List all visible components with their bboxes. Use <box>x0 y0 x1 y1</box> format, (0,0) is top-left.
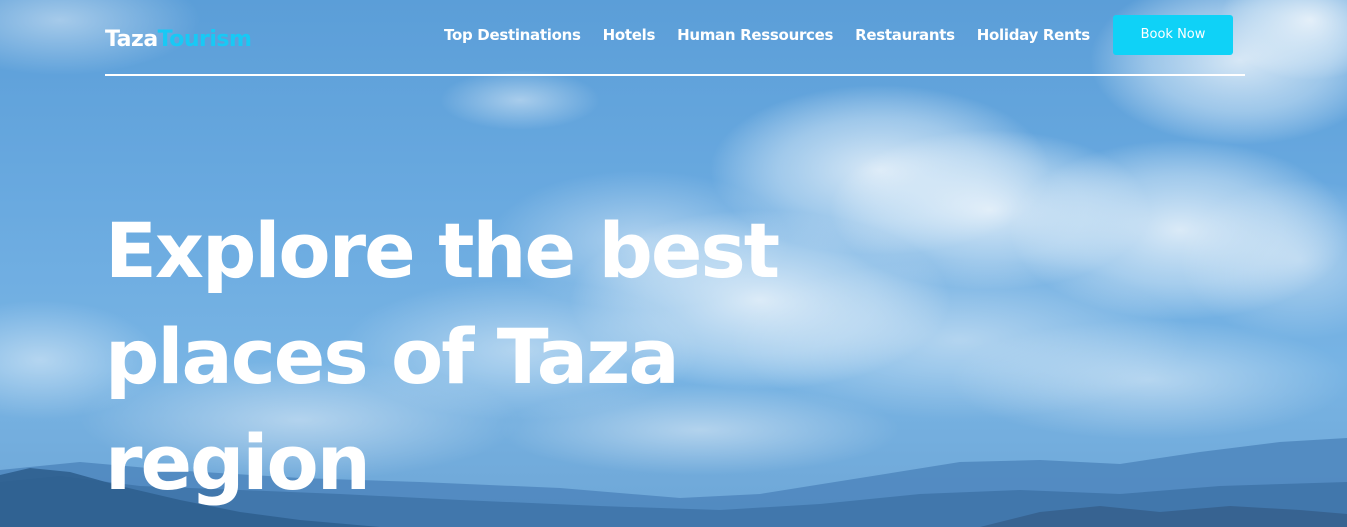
nav-link-top-destinations[interactable]: Top Destinations <box>444 24 581 46</box>
hero-headline-line-1: Explore the best <box>105 206 780 295</box>
hero-section: TazaTourism Top Destinations Hotels Huma… <box>0 0 1347 527</box>
nav-menu: Top Destinations Hotels Human Ressources… <box>444 24 1112 46</box>
navbar: TazaTourism Top Destinations Hotels Huma… <box>105 0 1245 76</box>
nav-link-hotels[interactable]: Hotels <box>603 24 656 46</box>
brand-name-primary: Taza <box>105 27 158 52</box>
book-now-button[interactable]: Book Now <box>1113 15 1233 55</box>
nav-link-restaurants[interactable]: Restaurants <box>855 24 955 46</box>
nav-link-human-ressources[interactable]: Human Ressources <box>677 24 833 46</box>
nav-link-holiday-rents[interactable]: Holiday Rents <box>977 24 1090 46</box>
hero-headline-line-2: places of Taza <box>105 312 680 401</box>
brand-logo[interactable]: TazaTourism <box>105 25 252 55</box>
hero-headline: Explore the best places of Taza region <box>105 198 825 516</box>
brand-name-accent: Tourism <box>157 27 252 52</box>
hero-headline-line-3: region <box>105 418 371 507</box>
